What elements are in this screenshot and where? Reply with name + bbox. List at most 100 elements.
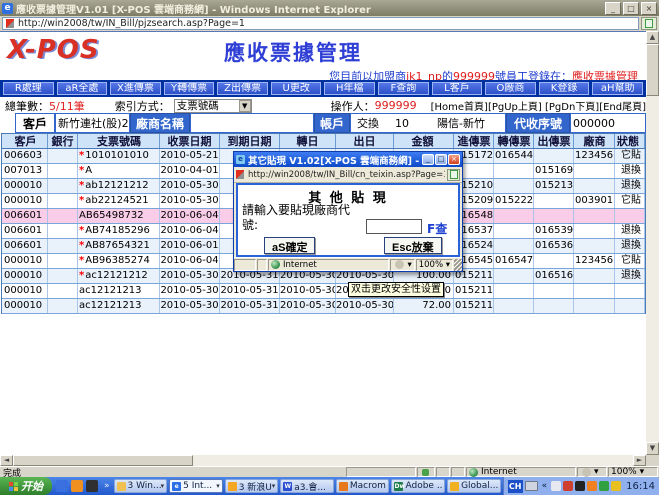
nav-button[interactable]: aH幫助: [592, 82, 643, 95]
dialog-security-dropdown[interactable]: ▾: [390, 259, 414, 271]
table-cell: 123456: [574, 254, 615, 268]
table-cell: [615, 284, 645, 298]
table-cell: 015211: [454, 299, 494, 313]
tray-icon[interactable]: [575, 481, 585, 491]
quick-launch-icon[interactable]: [86, 480, 98, 492]
filter-row: 客戶 新竹連社(股)2 廠商名稱 帳戶 交換 10 陽信-新竹 代收序號 000…: [0, 113, 646, 133]
taskbar-button[interactable]: 3 Win...▾: [114, 479, 168, 493]
horizontal-scroll-thumb[interactable]: [13, 455, 193, 466]
tray-icon[interactable]: [551, 481, 561, 491]
chevron-down-icon[interactable]: ▾: [216, 482, 220, 490]
table-cell: 006601: [2, 239, 48, 253]
nav-button[interactable]: aR全處: [57, 82, 108, 95]
table-cell: 000010: [2, 269, 48, 283]
resize-grip[interactable]: [454, 259, 462, 271]
dialog-minimize-button[interactable]: _: [422, 154, 434, 165]
paging-hints: [Home首頁][PgUp上頁] [PgDn下頁][End尾頁]: [431, 98, 646, 113]
tray-icon[interactable]: [611, 481, 621, 491]
page-content: X-POS 應收票據管理 您目前以加盟商ik1_np的999999號員工登錄在：…: [0, 31, 646, 455]
table-cell: *1010101010: [78, 149, 160, 163]
table-cell: [48, 239, 78, 253]
chevron-down-icon[interactable]: ▼: [239, 100, 251, 112]
nav-button[interactable]: U更改: [271, 82, 322, 95]
taskbar-button[interactable]: 3 新浪UC▾: [225, 479, 279, 493]
word-icon: W: [283, 482, 292, 491]
close-button[interactable]: ×: [641, 2, 657, 15]
table-row[interactable]: 000010ac121212132010-05-302010-05-312010…: [2, 284, 645, 299]
nav-button[interactable]: Z出傳票: [217, 82, 268, 95]
customer-input[interactable]: 新竹連社(股)2: [55, 113, 130, 133]
dialog-close-button[interactable]: ×: [448, 154, 460, 165]
index-select[interactable]: 支票號碼 ▼: [174, 99, 252, 113]
restore-button[interactable]: □: [623, 2, 639, 15]
table-cell: 000010: [2, 284, 48, 298]
vertical-scroll-thumb[interactable]: [646, 44, 659, 96]
nav-button[interactable]: X進傳票: [110, 82, 161, 95]
table-cell: 006601: [2, 209, 48, 223]
cancel-button[interactable]: Esc放棄: [384, 237, 442, 254]
taskbar-button[interactable]: Global...: [447, 479, 501, 493]
dialog-restore-button[interactable]: □: [435, 154, 447, 165]
tray-icon[interactable]: [587, 481, 597, 491]
taskbar-button[interactable]: e5 Int...▾: [169, 479, 223, 493]
collect-serial-input[interactable]: 000000: [570, 113, 646, 133]
printer-icon[interactable]: [525, 481, 538, 491]
scroll-left-icon[interactable]: ◄: [0, 455, 13, 466]
table-cell: 2010-05-30: [280, 299, 336, 313]
tray-icon[interactable]: [599, 481, 609, 491]
table-row[interactable]: 000010ac121212132010-05-302010-05-312010…: [2, 299, 645, 314]
tray-icon[interactable]: [563, 481, 573, 491]
account-field[interactable]: 交換 10 陽信-新竹: [350, 113, 506, 133]
vertical-scrollbar[interactable]: ▲ ▼: [646, 31, 659, 455]
dialog-zoom-control[interactable]: 100% ▾: [416, 259, 453, 271]
security-tooltip: 双击更改安全性设置: [348, 282, 444, 297]
dialog-go-button[interactable]: [447, 169, 460, 181]
table-cell: 退換: [615, 179, 645, 193]
start-button[interactable]: 开始: [0, 477, 52, 495]
ie-icon: e: [236, 155, 245, 164]
zoom-control[interactable]: 100% ▾: [608, 467, 658, 477]
address-input[interactable]: http://win2008/tw/IN_Bill/pjzsearch.asp?…: [2, 17, 639, 30]
confirm-button[interactable]: aS確定: [264, 237, 315, 254]
scroll-right-icon[interactable]: ►: [633, 455, 646, 466]
system-tray: CH « 16:14: [503, 477, 659, 495]
language-indicator[interactable]: CH: [508, 480, 523, 493]
nav-button[interactable]: L客戶: [432, 82, 483, 95]
page-title: 應收票據管理: [0, 37, 586, 67]
taskbar-button[interactable]: Macrom...: [336, 479, 390, 493]
window-titlebar[interactable]: e 應收票據管理V1.01 [X-POS 雲端商務網] - Windows In…: [0, 0, 659, 16]
scroll-up-icon[interactable]: ▲: [646, 31, 659, 44]
nav-button[interactable]: O廠商: [485, 82, 536, 95]
nav-button[interactable]: R處理: [3, 82, 54, 95]
table-cell: [574, 299, 615, 313]
table-cell: [534, 284, 574, 298]
nav-button[interactable]: F查詢: [378, 82, 429, 95]
table-cell: 006603: [2, 149, 48, 163]
dialog-titlebar[interactable]: e 其它貼現 V1.02[X-POS 雲端商務網] - Win... _ □ ×: [234, 152, 462, 167]
chevron-down-icon[interactable]: ▾: [161, 482, 165, 490]
table-cell: 退換: [615, 224, 645, 238]
taskbar-button[interactable]: Wa3.會...: [280, 479, 334, 493]
table-cell: 2010-05-30: [336, 299, 394, 313]
nav-button[interactable]: Y轉傳票: [164, 82, 215, 95]
vendor-name-input[interactable]: [190, 113, 314, 133]
table-cell: 它貼: [615, 194, 645, 208]
dialog-prompt: 請輸入要貼現廠商代號:: [242, 203, 354, 233]
taskbar-button[interactable]: DwAdobe ...: [391, 479, 445, 493]
table-cell: [615, 209, 645, 223]
column-header: 金額: [394, 134, 454, 148]
chevron-more-icon[interactable]: »: [102, 481, 112, 491]
table-cell: [574, 179, 615, 193]
chevron-down-icon[interactable]: ▾: [272, 482, 276, 490]
nav-button[interactable]: K登錄: [539, 82, 590, 95]
scroll-down-icon[interactable]: ▼: [646, 442, 659, 455]
vendor-code-input[interactable]: [366, 219, 422, 234]
horizontal-scrollbar[interactable]: ◄ ►: [0, 455, 646, 466]
nav-button[interactable]: H年檔: [324, 82, 375, 95]
quick-launch-icon[interactable]: [71, 480, 83, 492]
go-button[interactable]: [641, 17, 657, 30]
minimize-button[interactable]: _: [605, 2, 621, 15]
security-dropdown[interactable]: ▾: [577, 467, 607, 477]
chevron-collapse-icon[interactable]: «: [540, 481, 550, 491]
quick-launch-icon[interactable]: [56, 480, 68, 492]
